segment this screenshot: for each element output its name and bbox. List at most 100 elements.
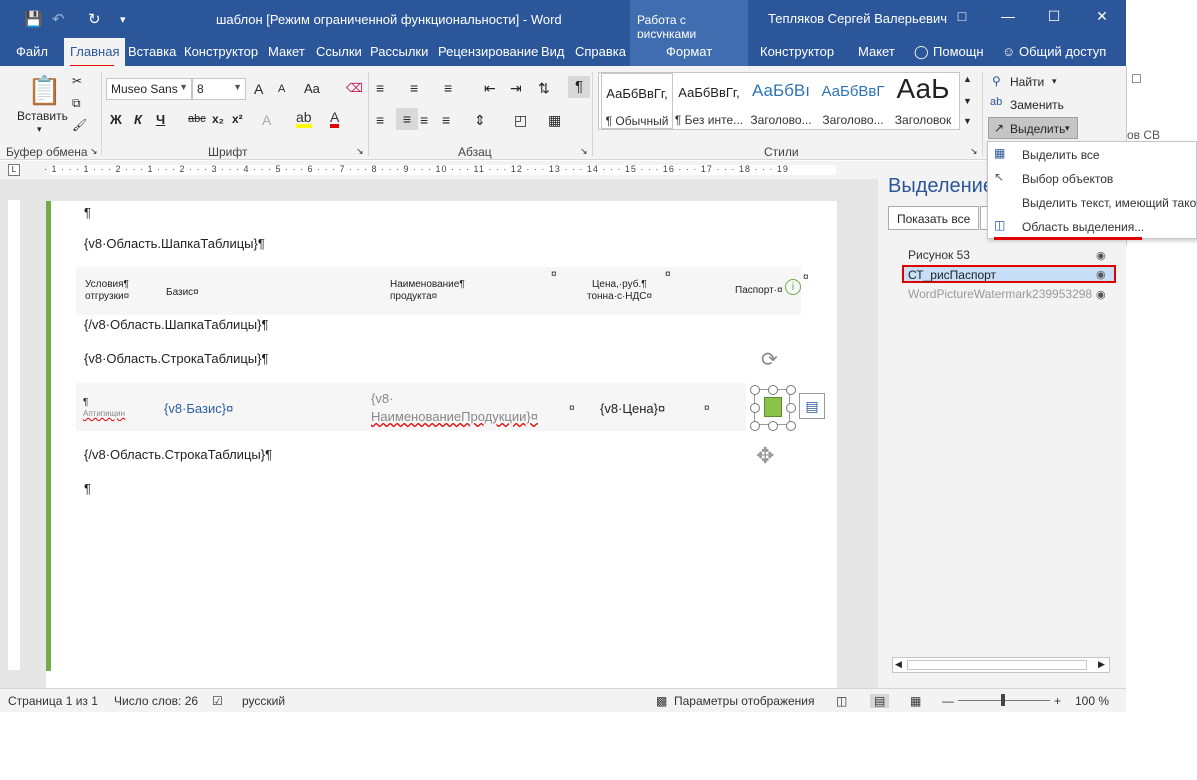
language[interactable]: русский [242,694,285,708]
find-button[interactable]: Найти [1010,75,1044,89]
clear-formatting-icon[interactable]: ⌫ [346,81,363,95]
font-family-combo[interactable]: Museo Sans ▼ [106,78,192,100]
undo-icon[interactable]: ↶ [52,10,65,28]
style-heading-1[interactable]: АаБбВı Заголово... [745,73,817,129]
resize-handle[interactable] [768,421,778,431]
find-dropdown-icon[interactable]: ▾ [1052,76,1057,87]
align-left-icon[interactable]: ≡ [376,112,384,128]
shrink-font-button[interactable]: A [278,83,285,95]
tell-me-icon[interactable]: ◯ [914,44,929,60]
maximize-icon[interactable]: ☐ [1044,8,1064,25]
eye-icon[interactable]: ◉ [1096,268,1106,281]
align-center-icon[interactable]: ≡ [396,108,418,130]
eye-icon[interactable]: ◉ [1096,249,1106,262]
tab-help[interactable]: Справка [575,44,626,59]
selection-item-selected[interactable]: СТ_рисПаспорт ◉ [902,265,1116,283]
replace-button[interactable]: Заменить [1010,98,1064,112]
print-layout-icon[interactable]: ▤ [870,694,890,708]
minimize-icon[interactable]: — [998,8,1018,24]
zoom-out-icon[interactable]: — [942,694,954,708]
tab-mailings[interactable]: Рассылки [370,44,428,59]
tab-format[interactable]: Формат [666,44,712,59]
ribbon-display-options-icon[interactable]: □ [952,8,972,24]
styles-launcher-icon[interactable]: ↘ [970,146,978,157]
proofing-icon[interactable]: ☑ [212,694,223,708]
resize-handle[interactable] [786,385,796,395]
bullets-icon[interactable]: ≡ [376,80,384,96]
tab-view[interactable]: Вид [541,44,565,59]
rotate-handle-icon[interactable]: ⟳ [761,347,778,372]
move-anchor-icon[interactable]: ✥ [756,443,774,469]
underline-button[interactable]: Ч [156,112,165,127]
menu-item-selection-pane[interactable]: Область выделения... [1022,220,1144,234]
justify-icon[interactable]: ≡ [442,112,450,128]
selection-item[interactable]: WordPictureWatermark239953298 [908,287,1092,301]
selection-item[interactable]: Рисунок 53 [908,248,970,262]
eye-icon[interactable]: ◉ [1096,288,1106,301]
strikethrough-button[interactable]: abc [188,113,206,125]
scroll-thumb[interactable] [907,660,1087,670]
horizontal-ruler[interactable]: L · 1 · · · 1 · · · 2 · · · 1 · · · 2 · … [0,161,878,179]
highlight-color-icon[interactable]: ab [296,110,312,128]
redo-icon[interactable]: ↻ [88,10,101,28]
bold-button[interactable]: Ж [110,112,122,127]
styles-more-icon[interactable]: ▼ [963,116,972,126]
increase-indent-icon[interactable]: ⇥ [510,80,522,97]
cut-icon[interactable]: ✂ [72,74,82,88]
tab-file[interactable]: Файл [16,44,48,59]
resize-handle[interactable] [750,421,760,431]
text-effects-icon[interactable]: A [262,112,271,128]
copy-icon[interactable]: ⧉ [72,96,81,111]
change-case-button[interactable]: Aa [304,81,320,96]
tab-design[interactable]: Конструктор [184,44,258,59]
multilevel-list-icon[interactable]: ≡ [444,80,452,96]
tell-me-search[interactable]: Помощн [933,44,984,59]
tab-layout[interactable]: Макет [268,44,305,59]
font-color-icon[interactable]: A [330,110,340,128]
pane-horizontal-scrollbar[interactable]: ◀ ▶ [892,657,1110,673]
resize-handle[interactable] [786,403,796,413]
zoom-in-icon[interactable]: + [1054,694,1061,708]
menu-item-select-objects[interactable]: Выбор объектов [1022,172,1113,186]
replace-icon[interactable]: ab [990,96,1002,108]
font-size-combo[interactable]: 8 ▼ [192,78,246,100]
tab-review[interactable]: Рецензирование [438,44,538,59]
display-settings-icon[interactable]: ▩ [656,694,667,708]
selected-picture[interactable] [750,385,796,431]
italic-button[interactable]: К [134,112,142,127]
find-icon[interactable]: ⚲ [992,74,1001,88]
save-icon[interactable]: 💾 [24,10,43,28]
font-launcher-icon[interactable]: ↘ [356,146,364,157]
paste-icon[interactable]: 📋 [27,74,62,107]
align-right-icon[interactable]: ≡ [420,112,428,128]
tab-layout-2[interactable]: Макет [858,44,895,59]
tab-selector-icon[interactable]: L [8,164,20,176]
grow-font-button[interactable]: A [254,81,263,97]
paragraph-launcher-icon[interactable]: ↘ [580,146,588,157]
share-icon[interactable]: ☺ [1002,44,1015,59]
style-normal[interactable]: АаБбВвГг, ¶ Обычный [601,73,673,129]
style-title[interactable]: АаЬ Заголовок [887,73,959,129]
resize-handle[interactable] [768,385,778,395]
borders-icon[interactable]: ▦ [548,112,561,129]
numbering-icon[interactable]: ≡ [410,80,418,96]
superscript-button[interactable]: x² [232,112,243,126]
zoom-level[interactable]: 100 % [1075,694,1109,708]
styles-scroll-up-icon[interactable]: ▲ [963,74,972,84]
page-count[interactable]: Страница 1 из 1 [8,694,98,708]
customize-quick-access-icon[interactable]: ▾ [120,13,126,26]
resize-handle[interactable] [786,421,796,431]
paste-dropdown-icon[interactable]: ▾ [37,124,42,135]
menu-item-select-all[interactable]: Выделить все [1022,148,1100,162]
style-heading-2[interactable]: АаБбВвГ Заголово... [817,73,889,129]
sort-icon[interactable]: ⇅ [538,80,550,97]
document-page[interactable]: ¶ {v8·Область.ШапкаТаблицы}¶ Условия¶ от… [46,201,837,691]
styles-scroll-down-icon[interactable]: ▼ [963,96,972,106]
word-count[interactable]: Число слов: 26 [114,694,198,708]
show-all-button[interactable]: Показать все [888,206,980,230]
resize-handle[interactable] [750,385,760,395]
tab-insert[interactable]: Вставка [128,44,176,59]
subscript-button[interactable]: x₂ [212,112,224,126]
show-formatting-marks-icon[interactable]: ¶ [568,76,590,98]
select-button[interactable]: ↗ Выделить ▾ [988,117,1078,139]
